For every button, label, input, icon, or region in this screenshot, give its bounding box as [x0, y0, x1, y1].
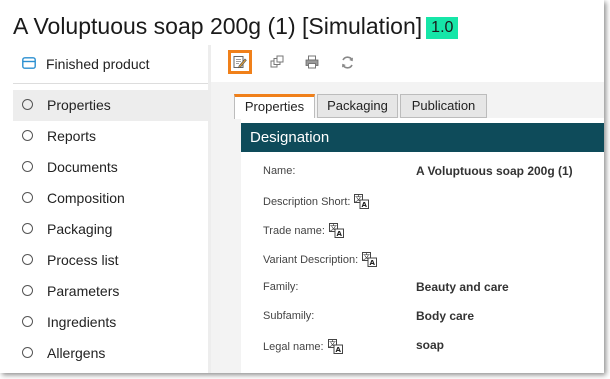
print-button[interactable] [300, 50, 324, 74]
sidebar-item-label: Packaging [47, 221, 113, 237]
page-title-text: A Voluptuous soap 200g (1) [Simulation] [13, 13, 423, 39]
sidebar-item-label: Properties [47, 97, 111, 113]
sidebar-item-properties[interactable]: Properties [13, 90, 208, 121]
field-label: Variant Description: 文A [263, 252, 378, 267]
sidebar-item-label: Process list [47, 252, 119, 268]
main-content: Properties Packaging Publication Designa… [211, 82, 604, 373]
translate-icon[interactable]: 文A [354, 194, 370, 209]
field-label-text: Family: [263, 281, 299, 293]
svg-text:A: A [362, 201, 368, 209]
field-row-name: Name: A Voluptuous soap 200g (1) [241, 163, 604, 183]
edit-button[interactable] [228, 50, 252, 74]
radio-icon [22, 347, 33, 358]
translate-icon[interactable]: 文A [327, 339, 343, 354]
product-card-icon [22, 56, 36, 69]
copy-icon [270, 55, 284, 69]
refresh-button[interactable] [335, 50, 359, 74]
radio-icon [22, 254, 33, 265]
field-row-family: Family: Beauty and care [241, 279, 604, 299]
properties-panel: Designation Name: A Voluptuous soap 200g… [241, 118, 604, 373]
sidebar-item-process-list[interactable]: Process list [13, 245, 208, 276]
sidebar-item-allergens[interactable]: Allergens [13, 338, 208, 369]
sidebar-item-label: Allergens [47, 345, 106, 361]
sidebar-item-label: Parameters [47, 283, 120, 299]
field-value[interactable]: Beauty and care [416, 280, 509, 294]
section-title: Designation [250, 129, 330, 146]
sidebar-item-composition[interactable]: Composition [13, 183, 208, 214]
sidebar-item-documents[interactable]: Documents [13, 152, 208, 183]
field-label-text: Description Short: [263, 195, 351, 208]
toolbar [211, 45, 604, 80]
sidebar-item-label: Composition [47, 190, 125, 206]
field-label: Family: [263, 281, 298, 293]
field-label: Subfamily: [263, 310, 314, 322]
field-row-trade-name: Trade name: 文A [241, 221, 604, 241]
sidebar-item-label: Reports [47, 128, 97, 144]
field-label: Name: [263, 165, 295, 177]
sidebar: Finished product Properties Reports Docu… [13, 45, 208, 373]
field-value[interactable]: soap [416, 338, 444, 352]
radio-icon [22, 161, 33, 172]
page-title: A Voluptuous soap 200g (1) [Simulation] 1… [13, 13, 459, 40]
field-label: Legal name: 文A [263, 339, 343, 354]
field-row-variant-description: Variant Description: 文A [241, 250, 604, 270]
field-label: Description Short: 文A [263, 194, 370, 209]
tab-packaging[interactable]: Packaging [317, 94, 398, 118]
sidebar-item-packaging[interactable]: Packaging [13, 214, 208, 245]
field-row-description-short: Description Short: 文A [241, 192, 604, 212]
radio-icon [22, 192, 33, 203]
sidebar-item-ingredients[interactable]: Ingredients [13, 307, 208, 338]
copy-button[interactable] [265, 50, 289, 74]
section-header[interactable]: Designation [241, 123, 604, 152]
refresh-icon [340, 55, 355, 70]
radio-icon [22, 99, 33, 110]
radio-icon [22, 130, 33, 141]
edit-icon [233, 55, 247, 69]
sidebar-item-reports[interactable]: Reports [13, 121, 208, 152]
svg-text:A: A [335, 346, 341, 354]
translate-icon[interactable]: 文A [328, 223, 344, 238]
field-label-text: Variant Description: [263, 253, 359, 266]
field-label: Trade name: 文A [263, 223, 344, 238]
radio-icon [22, 316, 33, 327]
sidebar-header-label: Finished product [46, 56, 150, 72]
window: A Voluptuous soap 200g (1) [Simulation] 1… [0, 0, 604, 373]
version-badge: 1.0 [426, 17, 459, 39]
sidebar-item-label: Documents [47, 159, 118, 175]
radio-icon [22, 223, 33, 234]
field-row-legal-name: Legal name: 文A soap [241, 337, 604, 357]
sidebar-item-label: Ingredients [47, 314, 117, 330]
field-label-text: Legal name: [263, 340, 324, 353]
sidebar-item-parameters[interactable]: Parameters [13, 276, 208, 307]
svg-text:A: A [370, 259, 376, 267]
tab-publication[interactable]: Publication [400, 94, 487, 118]
translate-icon[interactable]: 文A [362, 252, 378, 267]
field-label-text: Name: [263, 165, 296, 177]
field-value[interactable]: Body care [416, 309, 474, 323]
sidebar-header[interactable]: Finished product [13, 45, 208, 84]
title-bar: A Voluptuous soap 200g (1) [Simulation] 1… [0, 0, 604, 44]
field-row-subfamily: Subfamily: Body care [241, 308, 604, 328]
radio-icon [22, 285, 33, 296]
field-label-text: Trade name: [263, 224, 325, 237]
field-value[interactable]: A Voluptuous soap 200g (1) [416, 164, 573, 178]
tab-properties[interactable]: Properties [234, 94, 315, 119]
svg-text:A: A [337, 230, 343, 238]
field-label-text: Subfamily: [263, 310, 315, 322]
print-icon [305, 55, 319, 69]
